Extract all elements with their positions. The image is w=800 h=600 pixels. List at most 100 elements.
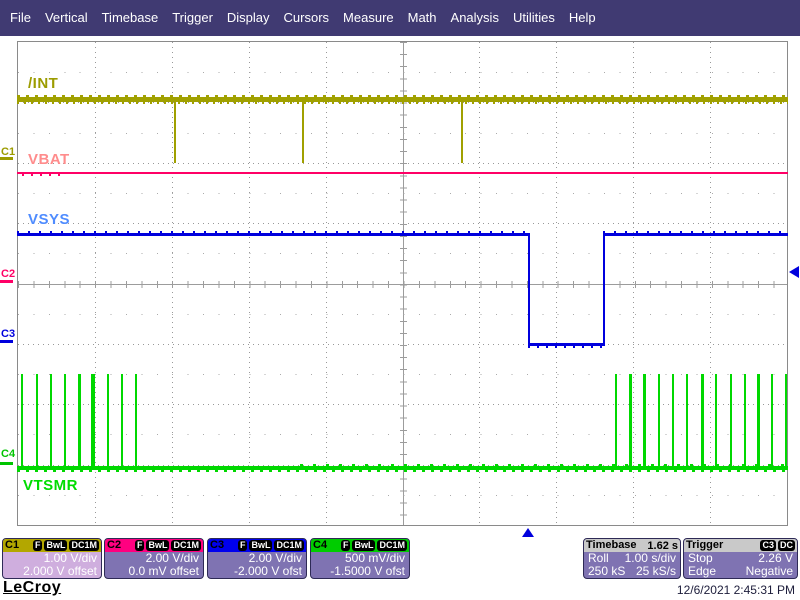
- trace-c3-vsys-high: [603, 233, 788, 236]
- menu-trigger[interactable]: Trigger: [165, 0, 220, 36]
- trace-noise: [22, 174, 67, 176]
- channel-offset: 2.000 V offset: [3, 565, 101, 578]
- channel-offset-marker-c4[interactable]: [0, 462, 13, 465]
- trace-c4-spike: [629, 374, 632, 466]
- trace-label-vsys: VSYS: [28, 211, 70, 228]
- badge-bwl: BwL: [249, 540, 272, 551]
- menu-cursors[interactable]: Cursors: [277, 0, 337, 36]
- badge-bwl: BwL: [146, 540, 169, 551]
- menu-measure[interactable]: Measure: [336, 0, 401, 36]
- trigger-row: EdgeNegative: [684, 565, 797, 578]
- channel-box-c2[interactable]: C2FBwLDC1M2.00 V/div0.0 mV offset: [104, 538, 204, 579]
- trace-noise: [17, 102, 788, 104]
- trigger-level-marker[interactable]: [789, 266, 799, 278]
- grid-hline: [18, 223, 787, 224]
- timebase-row: 250 kS25 kS/s: [584, 565, 680, 578]
- grid-halfdiv-dots: [18, 72, 787, 73]
- trace-c4-spike: [36, 374, 38, 466]
- menu-analysis[interactable]: Analysis: [444, 0, 506, 36]
- channel-box-title: C1: [5, 539, 19, 552]
- trace-c4-spike: [64, 374, 66, 466]
- trace-noise: [17, 470, 788, 472]
- menu-math[interactable]: Math: [401, 0, 444, 36]
- trace-c4-spike: [643, 374, 646, 466]
- grid-halfdiv-dots: [18, 133, 787, 134]
- channel-marker-label-c2: C2: [1, 268, 15, 280]
- menu-utilities[interactable]: Utilities: [506, 0, 562, 36]
- trace-c4-spike: [50, 374, 52, 466]
- channel-marker-label-c4: C4: [1, 448, 15, 460]
- trace-c3-rise-edge: [603, 233, 605, 346]
- grid-hline: [18, 344, 787, 345]
- grid-halfdiv-dots: [18, 193, 787, 194]
- trace-noise: [17, 95, 788, 97]
- trace-c4-spike: [730, 374, 732, 466]
- channel-box-c4[interactable]: C4FBwLDC1M500 mV/div-1.5000 V ofst: [310, 538, 410, 579]
- trace-c4-spike: [91, 374, 95, 466]
- trace-c4-spike: [121, 374, 123, 466]
- trigger-time-marker[interactable]: [522, 528, 534, 537]
- timebase-box[interactable]: Timebase1.62 sRoll1.00 s/div250 kS25 kS/…: [583, 538, 681, 579]
- trigger-box[interactable]: TriggerC3DCStop2.26 VEdgeNegative: [683, 538, 798, 579]
- grid-hline: [18, 163, 787, 164]
- trace-c4-spike: [771, 374, 773, 466]
- trace-c4-spike: [701, 374, 704, 466]
- trace-label-int: /INT: [28, 75, 58, 92]
- grid-center-hticks: [18, 281, 787, 288]
- grid-halfdiv-dots: [18, 314, 787, 315]
- oscilloscope-screen: FileVerticalTimebaseTriggerDisplayCursor…: [0, 0, 800, 600]
- trace-noise: [17, 231, 528, 233]
- trace-c4-spike: [757, 374, 760, 466]
- trace-c4-spike: [658, 374, 660, 466]
- grid-halfdiv-dots: [18, 495, 787, 496]
- channel-marker-label-c3: C3: [1, 328, 15, 340]
- grid-halfdiv-dots: [18, 253, 787, 254]
- badge-dc1m: DC1M: [171, 540, 201, 551]
- badge-bwl: BwL: [44, 540, 67, 551]
- channel-offset-marker-c3[interactable]: [0, 340, 13, 343]
- trace-noise: [528, 346, 603, 348]
- badge-dc1m: DC1M: [377, 540, 407, 551]
- trace-c4-spike: [78, 374, 81, 466]
- trace-c1-pulse: [461, 102, 463, 163]
- channel-offset-marker-c1[interactable]: [0, 157, 13, 160]
- channel-box-title: C3: [210, 539, 224, 552]
- badge-c3: C3: [760, 540, 776, 551]
- menu-display[interactable]: Display: [220, 0, 277, 36]
- badge-dc1m: DC1M: [274, 540, 304, 551]
- badge-f: F: [238, 540, 248, 551]
- badge-bwl: BwL: [352, 540, 375, 551]
- badge-dc1m: DC1M: [69, 540, 99, 551]
- menu-file[interactable]: File: [3, 0, 38, 36]
- lecroy-logo: LeCroy: [3, 579, 61, 597]
- trace-noise: [603, 231, 788, 233]
- trace-label-vtsmr: VTSMR: [23, 477, 78, 494]
- trace-c4-spike: [672, 374, 674, 466]
- badge-f: F: [33, 540, 43, 551]
- channel-box-c1[interactable]: C1FBwLDC1M1.00 V/div2.000 V offset: [2, 538, 102, 579]
- trace-c1-pulse: [174, 102, 176, 163]
- channel-offset-marker-c2[interactable]: [0, 280, 13, 283]
- channel-offset: -2.000 V ofst: [208, 565, 306, 578]
- trace-c1-pulse: [302, 102, 304, 163]
- badge-f: F: [341, 540, 351, 551]
- menu-vertical[interactable]: Vertical: [38, 0, 95, 36]
- trace-c3-vsys-high: [17, 233, 528, 236]
- timebase-value: 1.62 s: [647, 540, 678, 552]
- channel-box-c3[interactable]: C3FBwLDC1M2.00 V/div-2.000 V ofst: [207, 538, 307, 579]
- trace-c3-fall-edge: [528, 233, 530, 346]
- trace-c4-spike: [107, 374, 109, 466]
- channel-offset: 0.0 mV offset: [105, 565, 203, 578]
- trace-c4-spike: [21, 374, 23, 466]
- trace-c4-spike: [615, 374, 617, 466]
- menu-timebase[interactable]: Timebase: [95, 0, 166, 36]
- trace-c4-spike: [744, 374, 746, 466]
- channel-box-title: C4: [313, 539, 327, 552]
- trace-c2-vbat: [17, 172, 788, 174]
- trace-c4-spike: [135, 374, 137, 466]
- trace-c4-spike: [715, 374, 717, 466]
- menu-help[interactable]: Help: [562, 0, 603, 36]
- badge-f: F: [135, 540, 145, 551]
- timestamp: 12/6/2021 2:45:31 PM: [677, 583, 795, 597]
- trace-c4-spike: [785, 374, 787, 466]
